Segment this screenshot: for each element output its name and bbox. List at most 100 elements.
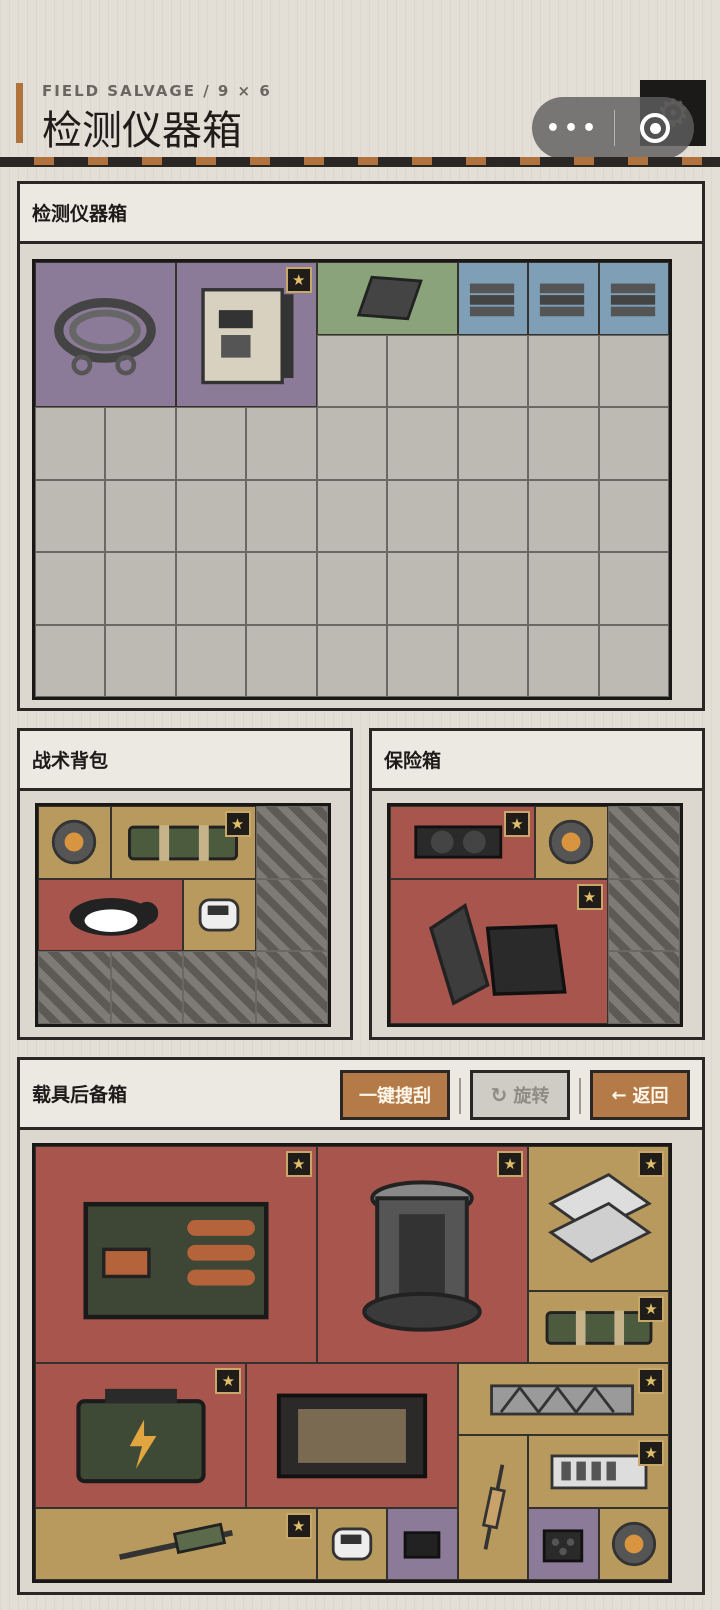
item-penguin-doll[interactable]: [38, 878, 183, 952]
item-ceramic-plates[interactable]: ★: [528, 1146, 669, 1291]
grid-slot[interactable]: [105, 552, 176, 625]
grid-slot[interactable]: [457, 552, 529, 625]
grid-slot[interactable]: [105, 479, 176, 552]
grid-slot[interactable]: [35, 552, 106, 625]
back-button[interactable]: ← 返回: [590, 1070, 690, 1120]
syringe-icon: [464, 1451, 522, 1564]
star-icon: ★: [576, 883, 603, 910]
metal-stack-icon: [605, 270, 663, 327]
crate-title: 检测仪器箱: [32, 203, 128, 225]
item-pulse-oximeter[interactable]: [183, 878, 256, 952]
grid-slot[interactable]: [457, 334, 529, 407]
grid-slot[interactable]: [175, 552, 247, 625]
cable-coil-icon: [48, 278, 164, 391]
button-divider: [579, 1078, 581, 1114]
item-reactor-core-small[interactable]: [598, 1507, 669, 1580]
grid-slot[interactable]: [316, 334, 388, 407]
battery-pack-icon: [60, 1170, 291, 1339]
item-power-battery[interactable]: ★: [35, 1363, 247, 1508]
more-menu-button[interactable]: •••: [532, 116, 614, 141]
grid-slot[interactable]: [457, 407, 529, 480]
grid-slot[interactable]: [316, 479, 388, 552]
locked-slot: [38, 951, 111, 1024]
hazard-stripe: [0, 157, 720, 165]
grid-slot[interactable]: [246, 624, 317, 697]
auto-loot-button[interactable]: 一键搜刮: [340, 1070, 450, 1120]
grid-slot[interactable]: [35, 624, 106, 697]
item-hydraulic-piston[interactable]: ★: [35, 1507, 317, 1580]
grid-slot[interactable]: [457, 624, 529, 697]
grid-slot[interactable]: [528, 479, 599, 552]
item-metal-plates[interactable]: [598, 262, 669, 335]
ammo-crate-icon: [534, 1516, 592, 1572]
item-steel-cable-coil[interactable]: [35, 262, 176, 407]
safe-panel-header: 保险箱: [372, 731, 702, 791]
grid-slot[interactable]: [35, 479, 106, 552]
piston-icon: [60, 1516, 291, 1572]
grid-slot[interactable]: [598, 479, 669, 552]
item-reactor-core-small[interactable]: [535, 806, 608, 879]
grid-slot[interactable]: [387, 479, 458, 552]
item-server-module[interactable]: ★: [528, 1435, 669, 1508]
grid-slot[interactable]: [598, 407, 669, 480]
item-pulse-oximeter[interactable]: [316, 1507, 388, 1580]
item-reactor-core-small[interactable]: [38, 806, 111, 879]
item-metal-plates[interactable]: [528, 262, 599, 335]
grid-slot[interactable]: [175, 479, 247, 552]
trunk-panel: 载具后备箱 一键搜刮 ↻ 旋转 ← 返回 ★ ★ ★ ★ ★ ★ ★ ★: [17, 1057, 705, 1595]
trunk-grid: ★ ★ ★ ★ ★ ★ ★ ★: [32, 1143, 672, 1583]
grid-slot[interactable]: [105, 624, 176, 697]
star-icon: ★: [285, 1512, 312, 1539]
item-ammo-crate[interactable]: [528, 1507, 599, 1580]
item-metal-plates[interactable]: [457, 262, 529, 335]
grid-slot[interactable]: [598, 334, 669, 407]
oximeter-icon: [190, 887, 249, 944]
item-hex-armor-block[interactable]: [246, 1363, 458, 1508]
item-military-case[interactable]: ★: [528, 1290, 669, 1363]
item-reactor-core[interactable]: ★: [316, 1146, 529, 1363]
item-truss-beam[interactable]: ★: [457, 1363, 669, 1436]
grid-slot[interactable]: [175, 407, 247, 480]
grid-slot[interactable]: [316, 552, 388, 625]
locked-slot: [607, 878, 680, 952]
item-tablet[interactable]: [316, 262, 458, 335]
grid-slot[interactable]: [387, 552, 458, 625]
title-accent-bar: [16, 83, 23, 143]
item-control-unit[interactable]: ★: [175, 262, 317, 407]
grid-slot[interactable]: [175, 624, 247, 697]
item-mini-pc[interactable]: [387, 1507, 458, 1580]
grid-slot[interactable]: [528, 334, 599, 407]
backpack-title: 战术背包: [32, 750, 109, 772]
grid-slot[interactable]: [387, 624, 458, 697]
grid-slot[interactable]: [387, 407, 458, 480]
grid-slot[interactable]: [528, 552, 599, 625]
divider-line: [0, 165, 720, 167]
laptop-icon: [410, 895, 588, 1008]
grid-slot[interactable]: [598, 552, 669, 625]
beam-icon: [477, 1371, 650, 1427]
star-icon: ★: [637, 1295, 664, 1322]
grid-slot[interactable]: [246, 552, 317, 625]
item-battery-pack[interactable]: ★: [35, 1146, 317, 1363]
grid-slot[interactable]: [316, 624, 388, 697]
grid-slot[interactable]: [598, 624, 669, 697]
close-target-icon[interactable]: [640, 113, 670, 143]
grid-slot[interactable]: [246, 479, 317, 552]
rotate-button[interactable]: ↻ 旋转: [470, 1070, 570, 1120]
grid-slot[interactable]: [316, 407, 388, 480]
grid-slot[interactable]: [246, 407, 317, 480]
item-syringe[interactable]: [457, 1435, 529, 1580]
miniprogram-capsule: •••: [532, 97, 694, 159]
grid-slot[interactable]: [528, 407, 599, 480]
item-graphics-card[interactable]: ★: [390, 806, 535, 879]
star-icon: ★: [637, 1151, 664, 1177]
grid-slot[interactable]: [528, 624, 599, 697]
item-rugged-laptop[interactable]: ★: [390, 878, 608, 1024]
grid-slot[interactable]: [387, 334, 458, 407]
item-military-case[interactable]: ★: [110, 806, 256, 879]
core-icon: [542, 814, 601, 871]
locked-slot: [255, 878, 328, 952]
grid-slot[interactable]: [457, 479, 529, 552]
grid-slot[interactable]: [105, 407, 176, 480]
grid-slot[interactable]: [35, 407, 106, 480]
